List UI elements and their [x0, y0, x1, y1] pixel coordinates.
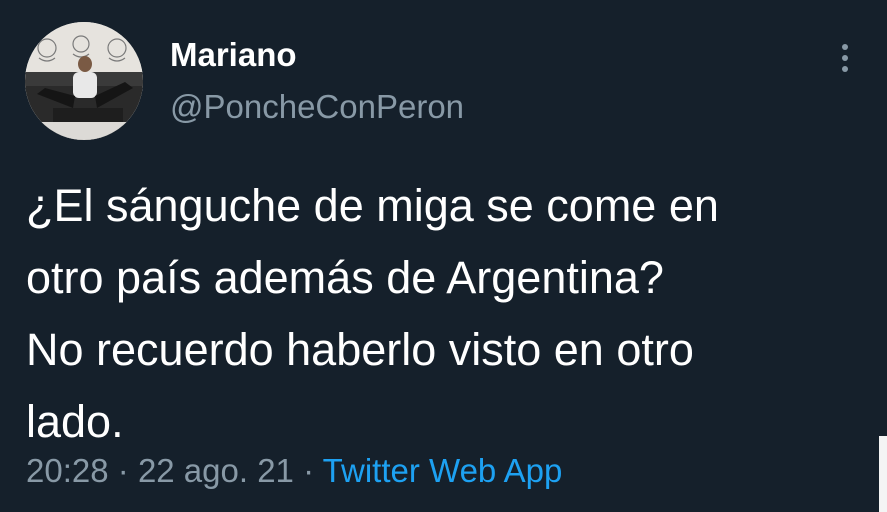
- tweet-card: Mariano @PoncheConPeron ¿El sánguche de …: [0, 0, 887, 512]
- meta-separator: ·: [303, 452, 315, 489]
- display-name[interactable]: Mariano: [170, 36, 297, 74]
- avatar[interactable]: [25, 22, 143, 140]
- tweet-date[interactable]: 22 ago. 21: [138, 452, 294, 489]
- user-handle[interactable]: @PoncheConPeron: [170, 88, 464, 126]
- tweet-meta: 20:28 · 22 ago. 21 · Twitter Web App: [26, 452, 562, 490]
- meta-separator: ·: [117, 452, 129, 489]
- scrollbar[interactable]: [879, 436, 887, 512]
- avatar-photo: [25, 22, 143, 140]
- tweet-time[interactable]: 20:28: [26, 452, 109, 489]
- tweet-source-link[interactable]: Twitter Web App: [323, 452, 563, 489]
- tweet-text: ¿El sánguche de miga se come en otro paí…: [26, 180, 719, 447]
- more-options-button[interactable]: [828, 38, 862, 78]
